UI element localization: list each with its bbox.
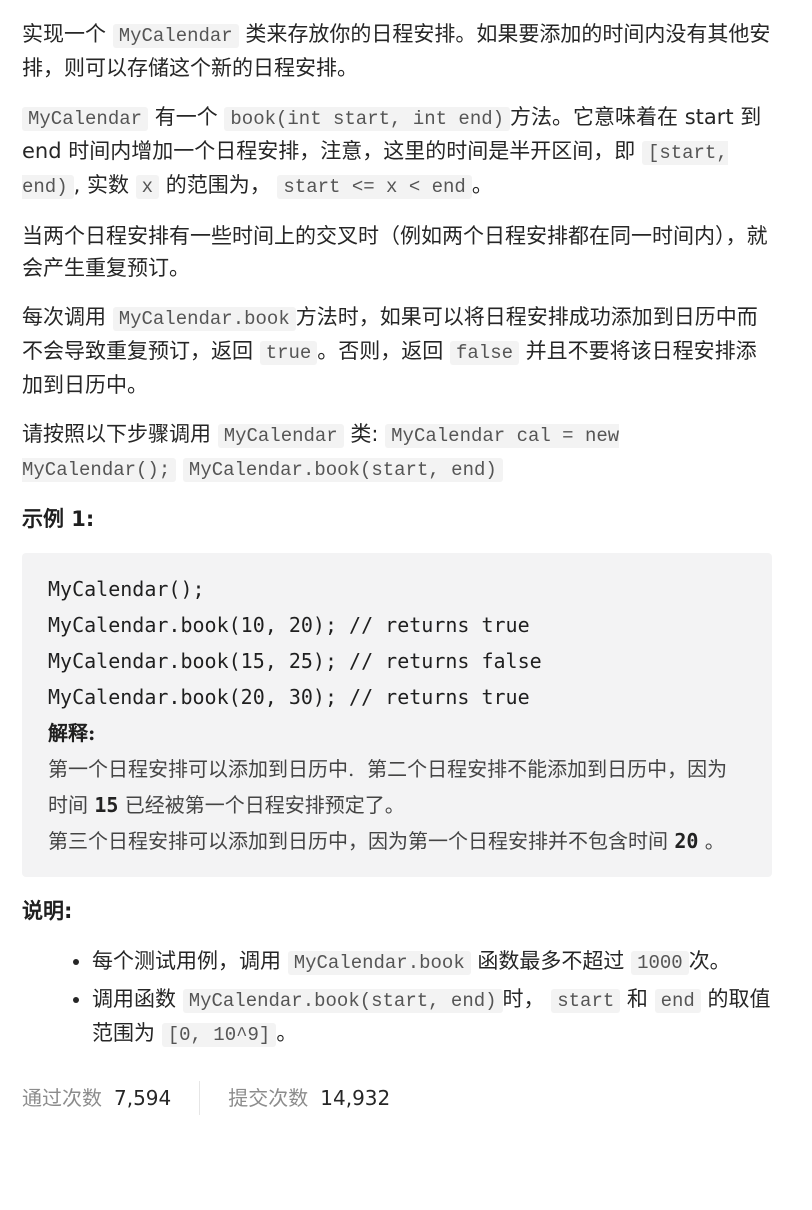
text: 请按照以下步骤调用 [22, 422, 218, 446]
number: 15 [94, 793, 119, 817]
example-heading: 示例 1: [22, 507, 95, 531]
divider [199, 1081, 201, 1115]
submission-stats: 通过次数 7,594 提交次数 14,932 [22, 1081, 772, 1115]
intro-paragraph-4: 每次调用 MyCalendar.book 方法时，如果可以将日程安排成功添加到日历… [22, 301, 772, 401]
submitted-count: 14,932 [320, 1086, 391, 1110]
inline-code: book(int start, int end) [224, 107, 511, 131]
inline-code: end [654, 989, 701, 1013]
explanation-line-1: 第一个日程安排可以添加到日历中. 第二个日程安排不能添加到日历中，因为时间 15… [48, 751, 746, 823]
intro-paragraph-2: MyCalendar 有一个 book(int start, int end) 方… [22, 101, 772, 203]
text: 已经被第一个日程安排预定了。 [118, 793, 405, 817]
number: 20 [674, 829, 699, 853]
inline-code: MyCalendar.book [287, 951, 471, 975]
accepted-label: 通过次数 [22, 1086, 102, 1110]
text: 实现一个 [22, 22, 113, 46]
inline-code: true [259, 341, 318, 365]
notes-heading: 说明: [22, 899, 73, 923]
inline-code: 1000 [631, 951, 689, 975]
intro-paragraph-1: 实现一个 MyCalendar 类来存放你的日程安排。如果要添加的时间内没有其他… [22, 18, 772, 84]
list-item: 每个测试用例，调用 MyCalendar.book 函数最多不超过 1000次。 [92, 945, 772, 979]
inline-code: MyCalendar.book(start, end) [182, 458, 503, 482]
text: 。 [276, 1021, 298, 1045]
inline-code: MyCalendar [217, 424, 344, 448]
text: 。 [698, 829, 725, 853]
inline-code: start <= x < end [277, 175, 472, 199]
intro-paragraph-3: 当两个日程安排有一些时间上的交叉时（例如两个日程安排都在同一时间内），就会产生重… [22, 224, 768, 280]
code-line: MyCalendar.book(15, 25); // returns fals… [48, 649, 542, 673]
submitted-label: 提交次数 [228, 1086, 309, 1110]
explanation-line-2: 第三个日程安排可以添加到日历中，因为第一个日程安排并不包含时间 20 。 [48, 823, 746, 859]
list-item: 调用函数 MyCalendar.book(start, end)时， start… [92, 983, 772, 1051]
code-line: MyCalendar(); [48, 577, 205, 601]
problem-description: 实现一个 MyCalendar 类来存放你的日程安排。如果要添加的时间内没有其他… [0, 0, 812, 1115]
text: 第三个日程安排可以添加到日历中，因为第一个日程安排并不包含时间 [48, 829, 675, 853]
text: 。否则，返回 [317, 339, 450, 363]
text: 函数最多不超过 [470, 949, 632, 973]
text: 的范围为， [159, 173, 278, 197]
text: 次。 [688, 949, 731, 973]
inline-code: MyCalendar.book(start, end) [182, 989, 503, 1013]
text: 时， [502, 987, 552, 1011]
text: 每个测试用例，调用 [92, 949, 288, 973]
text: 类: [343, 422, 386, 446]
text: 。 [471, 173, 493, 197]
inline-code: false [449, 341, 519, 365]
inline-code: MyCalendar.book [112, 307, 296, 331]
inline-code: MyCalendar [112, 24, 239, 48]
code-line: MyCalendar.book(20, 30); // returns true [48, 685, 530, 709]
inline-code: [0, 10^9] [161, 1023, 277, 1047]
inline-code: x [135, 175, 160, 199]
accepted-count: 7,594 [114, 1086, 172, 1110]
explanation-title: 解释: [48, 721, 96, 745]
text: 有一个 [148, 105, 225, 129]
text: 和 [620, 987, 655, 1011]
inline-code: MyCalendar [22, 107, 149, 131]
code-line: MyCalendar.book(10, 20); // returns true [48, 613, 530, 637]
example-code-block: MyCalendar(); MyCalendar.book(10, 20); //… [22, 553, 772, 877]
notes-list: 每个测试用例，调用 MyCalendar.book 函数最多不超过 1000次。… [22, 945, 772, 1051]
intro-paragraph-5: 请按照以下步骤调用 MyCalendar 类: MyCalendar cal =… [22, 418, 772, 486]
text: , 实数 [73, 173, 136, 197]
text: 调用函数 [92, 987, 183, 1011]
text: 每次调用 [22, 305, 113, 329]
inline-code: start [551, 989, 621, 1013]
